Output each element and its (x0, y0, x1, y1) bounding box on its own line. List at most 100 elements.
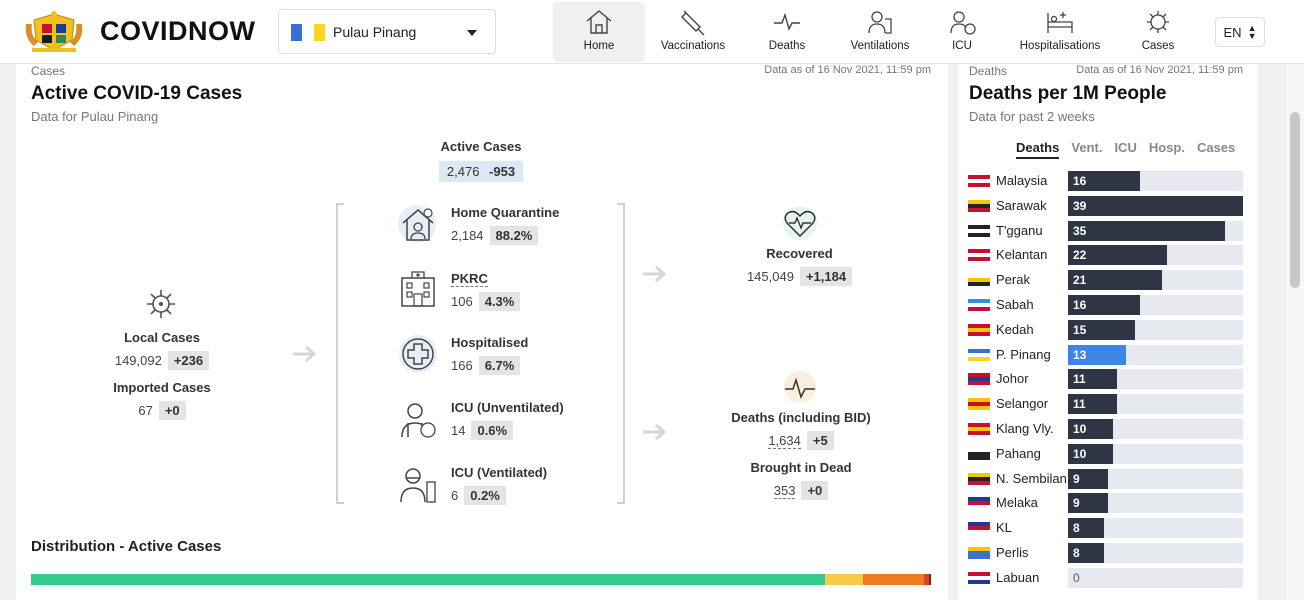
bar-category-label: Perlis (996, 545, 1029, 560)
pkrc-block: PKRC 106 4.3% (451, 270, 521, 311)
language-select[interactable]: EN ▲ ▼ (1215, 17, 1265, 47)
state-select-value: Pulau Pinang (333, 24, 417, 40)
icu-unventilated-block: ICU (Unventilated) 14 0.6% (451, 400, 564, 440)
nav-ventilations[interactable]: Ventilations (833, 2, 927, 62)
bar-category-label: Selangor (996, 396, 1049, 412)
bar-category-label: Sabah (996, 297, 1034, 312)
data-as-of: Data as of 16 Nov 2021, 11:59 pm (764, 64, 931, 76)
nav-icu[interactable]: ICU (927, 2, 997, 62)
bar-category-label: Klang Vly. (996, 421, 1054, 436)
bar[interactable] (1068, 195, 1243, 216)
local-cases-label: Local Cases (124, 330, 200, 345)
nav-hospitalisations[interactable]: Hospitalisations (997, 2, 1123, 62)
state-flag-icon (968, 522, 990, 535)
nav-cases-label: Cases (1141, 40, 1175, 52)
home-quarantine-icon (402, 208, 434, 241)
bar[interactable] (1068, 220, 1226, 241)
arrow-right-icon (643, 423, 667, 441)
recovered-block: Recovered 145,049 +1,184 (727, 246, 872, 286)
state-flag-icon (968, 323, 990, 336)
bar-row: P. Pinang 13 (968, 344, 1243, 365)
distribution-segment (824, 574, 864, 585)
bar-category-label: P. Pinang (996, 346, 1051, 362)
nav-vaccinations[interactable]: Vaccinations (645, 2, 741, 62)
bracket-right (617, 203, 625, 504)
bar-category-label: Melaka (996, 495, 1038, 511)
updown-icon: ▲ ▼ (1247, 23, 1257, 41)
icu-unventilated-value: 14 (451, 423, 466, 438)
hospitalised-label: Hospitalised (451, 335, 529, 350)
tab-hosp[interactable]: Hosp. (1149, 140, 1185, 159)
recovered-label: Recovered (766, 246, 833, 261)
syringe-icon (681, 10, 705, 35)
tab-vent[interactable]: Vent. (1071, 140, 1102, 159)
penang-flag-icon (291, 24, 325, 41)
language-value: EN (1223, 24, 1242, 40)
malaysia-crest-logo[interactable] (22, 10, 86, 54)
bid-block: Brought in Dead 353 +0 (716, 460, 886, 500)
distribution-segment (929, 574, 931, 585)
app-name[interactable]: COVIDNOW (100, 16, 256, 47)
bar-row: Perlis 8 (968, 543, 1243, 563)
bar-row: Sarawak 39 (968, 195, 1243, 216)
home-icon (586, 10, 612, 34)
icu-ventilated-icon (400, 468, 436, 503)
bar-row: Perak 21 (968, 270, 1243, 291)
deaths-value[interactable]: 1,634 (768, 433, 801, 449)
distribution-bar (31, 574, 931, 585)
bar-track: 8 (1068, 543, 1243, 563)
nav-deaths[interactable]: Deaths (741, 2, 833, 62)
scrollbar-thumb[interactable] (1290, 112, 1300, 288)
state-select[interactable]: Pulau Pinang (278, 9, 496, 54)
bid-value[interactable]: 353 (773, 483, 796, 499)
pkrc-label[interactable]: PKRC (451, 271, 488, 287)
bar-value-label: 11 (1073, 372, 1086, 387)
page-scrollbar[interactable] (1285, 64, 1304, 600)
tab-deaths[interactable]: Deaths (1016, 140, 1060, 159)
bar-value-label: 8 (1073, 521, 1080, 536)
bar-value-label: 9 (1073, 496, 1080, 511)
state-flag-icon (968, 373, 990, 386)
bar-track: 10 (1068, 443, 1243, 464)
deaths-subtitle: Data for past 2 weeks (969, 109, 1095, 124)
virus-icon (1147, 11, 1169, 33)
bar-value-label: 10 (1073, 422, 1087, 436)
bar-track: 35 (1068, 220, 1243, 241)
icu-ventilated-value: 6 (451, 488, 459, 503)
deaths-change: +5 (806, 431, 834, 450)
panel-kicker: Cases (31, 64, 66, 78)
home-quarantine-value: 2,184 (451, 228, 484, 243)
tab-icu[interactable]: ICU (1114, 140, 1136, 159)
bar-row: T'gganu 35 (968, 220, 1243, 241)
ventilator-icon (868, 11, 892, 34)
local-cases-value: 149,092 (114, 353, 162, 368)
nav-deaths-label: Deaths (768, 40, 806, 52)
imported-cases-value: 67 (138, 403, 153, 418)
active-cases-panel: Cases Data as of 16 Nov 2021, 11:59 pm A… (16, 64, 948, 600)
recovered-value: 145,049 (746, 269, 794, 284)
nav-cases[interactable]: Cases (1123, 2, 1193, 62)
bar-track: 9 (1068, 468, 1243, 489)
hospitalised-pct: 6.7% (478, 356, 521, 375)
distribution-title: Distribution - Active Cases (31, 538, 222, 555)
pulse-icon (774, 12, 800, 31)
home-quarantine-pct: 88.2% (489, 226, 539, 245)
icu-ventilated-block: ICU (Ventilated) 6 0.2% (451, 465, 547, 505)
metric-tabs: Deaths Vent. ICU Hosp. Cases (1016, 140, 1235, 159)
bid-change: +0 (801, 481, 829, 500)
medical-cross-icon (402, 338, 434, 370)
bar-row: Klang Vly. 10 (968, 419, 1243, 439)
distribution-segment (863, 574, 924, 585)
bar-row: Malaysia 16 (968, 171, 1243, 191)
bar-category-label: T'gganu (996, 222, 1043, 238)
tab-cases[interactable]: Cases (1197, 140, 1235, 159)
bar-value-label: 16 (1073, 174, 1087, 188)
hospitalised-block: Hospitalised 166 6.7% (451, 335, 528, 375)
deaths-title: Deaths per 1M People (969, 83, 1167, 104)
state-flag-icon (968, 175, 990, 187)
bar-value-label: 35 (1073, 223, 1087, 238)
nav-home[interactable]: Home (553, 2, 645, 62)
bar-category-label: Perak (996, 272, 1030, 288)
distribution-segment (31, 574, 825, 585)
bar-track: 0 (1068, 567, 1243, 588)
